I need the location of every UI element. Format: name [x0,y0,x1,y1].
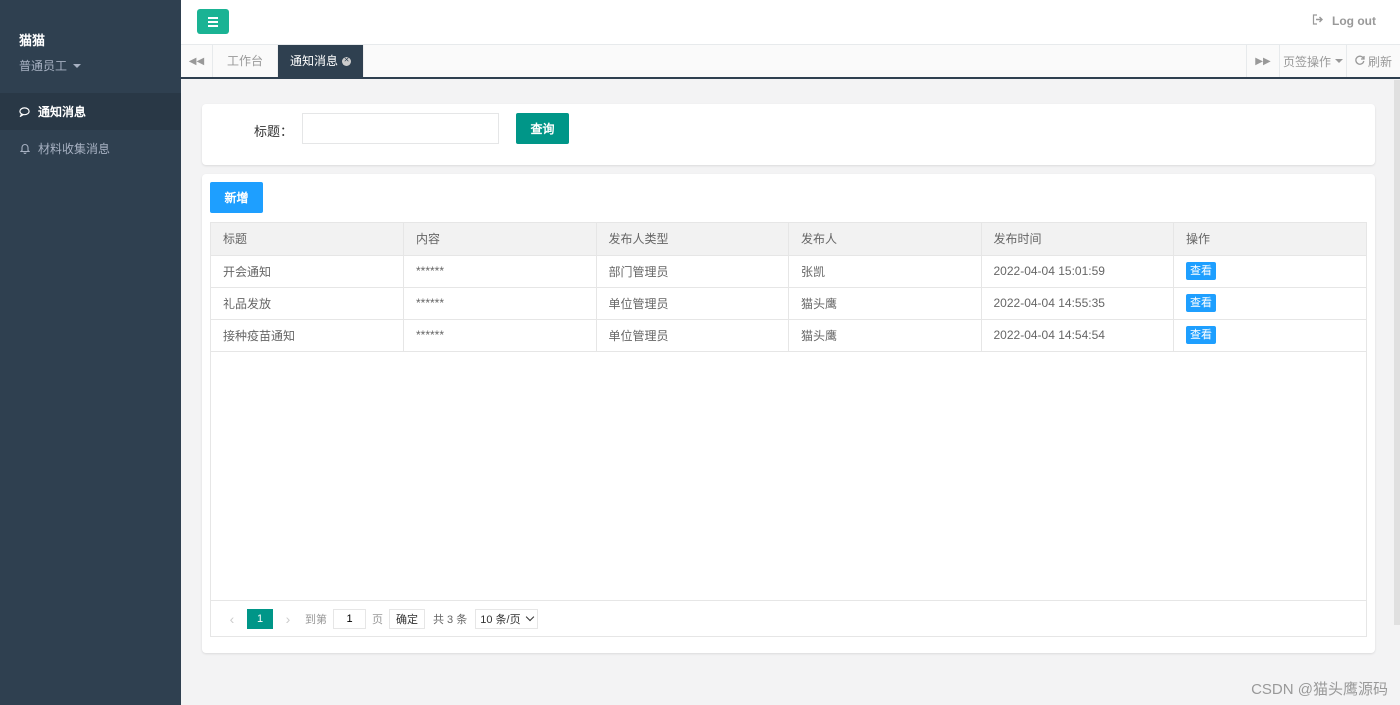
tab-right-controls: ▶▶ 页签操作 刷新 [1246,45,1400,77]
title-label: 标题： [254,124,294,139]
pagination: ‹ 1 › 到第 页 确定 共 3 条 10 条/页 [211,600,1366,636]
cell-publish-time: 2022-04-04 15:01:59 [981,255,1174,288]
cell-title: 礼品发放 [211,287,404,320]
title-search-input[interactable] [302,113,499,144]
forward-icon: ▶▶ [1255,55,1271,67]
query-button[interactable]: 查询 [516,113,569,144]
cell-publisher: 猫头鹰 [788,319,982,352]
goto-confirm-button[interactable]: 确定 [389,608,425,629]
logout-button[interactable]: Log out [1312,14,1376,28]
goto-prefix: 到第 [305,613,327,626]
sidebar-item-material[interactable]: 材料收集消息 [0,130,181,167]
cell-content: ****** [403,287,597,320]
sidebar-item-label: 材料收集消息 [38,142,111,156]
close-tab-icon[interactable]: ✕ [342,56,352,66]
prev-page-icon[interactable]: ‹ [221,611,243,627]
page-ops-dropdown[interactable]: 页签操作 [1279,45,1346,77]
sidebar: 猫猫 普通员工 通知消息 材料收集消息 [0,0,181,705]
goto-page-input[interactable] [333,608,366,629]
table-header-row: 标题 内容 发布人类型 发布人 发布时间 操作 [211,223,1366,256]
refresh-label: 刷新 [1367,54,1392,69]
refresh-button[interactable]: 刷新 [1346,45,1400,77]
caret-down-icon [73,63,82,68]
vertical-scrollbar[interactable] [1394,80,1400,625]
backward-icon: ◀◀ [188,55,205,67]
menu-toggle-button[interactable] [197,9,229,34]
refresh-icon [1355,54,1365,68]
tab-label: 通知消息 [290,54,339,68]
view-button[interactable]: 查看 [1186,262,1216,280]
column-header: 发布时间 [981,223,1174,256]
watermark: CSDN @猫头鹰源码 [1251,681,1388,698]
cell-title: 接种疫苗通知 [211,319,404,352]
goto-suffix: 页 [372,613,383,626]
cell-publisher-type: 部门管理员 [596,255,789,288]
tab-notice[interactable]: 通知消息 ✕ [278,45,365,77]
logout-label: Log out [1332,14,1376,28]
user-role: 普通员工 [19,59,68,73]
next-page-icon[interactable]: › [277,611,299,627]
cell-content: ****** [403,255,597,288]
bell-icon [19,143,30,154]
cell-actions: 查看 [1173,319,1366,352]
page-size-select[interactable]: 10 条/页 [475,608,538,629]
notice-table: 标题 内容 发布人类型 发布人 发布时间 操作 开会通知 ****** 部门管理… [210,222,1367,637]
comment-icon [19,106,30,117]
total-count: 共 3 条 [433,613,468,626]
tab-scroll-right-button[interactable]: ▶▶ [1246,45,1279,77]
menu-icon [208,16,218,19]
column-header: 标题 [211,223,404,256]
cell-publisher: 猫头鹰 [788,287,982,320]
tab-workbench[interactable]: 工作台 [213,45,279,77]
user-profile: 猫猫 普通员工 [0,0,181,93]
sidebar-item-label: 通知消息 [38,105,87,119]
user-role-dropdown[interactable]: 普通员工 [19,57,181,74]
tab-label: 工作台 [227,54,264,68]
view-button[interactable]: 查看 [1186,294,1216,312]
caret-down-icon [1335,59,1343,63]
tab-scroll-left-button[interactable]: ◀◀ [181,45,213,77]
cell-publisher-type: 单位管理员 [596,287,789,320]
cell-publisher-type: 单位管理员 [596,319,789,352]
cell-actions: 查看 [1173,287,1366,320]
page-tabs: 工作台 通知消息 ✕ [213,45,365,77]
cell-publish-time: 2022-04-04 14:54:54 [981,319,1174,352]
table-panel: 新增 标题 内容 发布人类型 发布人 发布时间 操作 开会通知 ****** 部… [202,174,1375,653]
cell-publisher: 张凯 [788,255,982,288]
cell-actions: 查看 [1173,255,1366,288]
column-header: 发布人类型 [596,223,789,256]
chevron-down-icon [525,612,534,622]
page-tabs-bar: ◀◀ 工作台 通知消息 ✕ ▶▶ 页签操作 刷新 [181,45,1400,79]
page-size-label: 10 条/页 [480,613,521,626]
page-ops-label: 页签操作 [1282,54,1331,69]
view-button[interactable]: 查看 [1186,326,1216,344]
cell-content: ****** [403,319,597,352]
table-row: 礼品发放 ****** 单位管理员 猫头鹰 2022-04-04 14:55:3… [211,287,1366,320]
column-header: 操作 [1173,223,1366,256]
top-navbar: Log out [181,0,1400,45]
table-row: 接种疫苗通知 ****** 单位管理员 猫头鹰 2022-04-04 14:54… [211,319,1366,352]
user-name: 猫猫 [19,33,46,48]
sidebar-item-notice[interactable]: 通知消息 [0,93,181,130]
page-number-current[interactable]: 1 [247,608,273,629]
search-panel: 标题： 查询 [202,104,1375,165]
column-header: 内容 [403,223,597,256]
cell-publish-time: 2022-04-04 14:55:35 [981,287,1174,320]
column-header: 发布人 [788,223,982,256]
cell-title: 开会通知 [211,255,404,288]
add-button[interactable]: 新增 [210,182,263,213]
table-row: 开会通知 ****** 部门管理员 张凯 2022-04-04 15:01:59… [211,255,1366,288]
sign-out-icon [1312,14,1324,28]
